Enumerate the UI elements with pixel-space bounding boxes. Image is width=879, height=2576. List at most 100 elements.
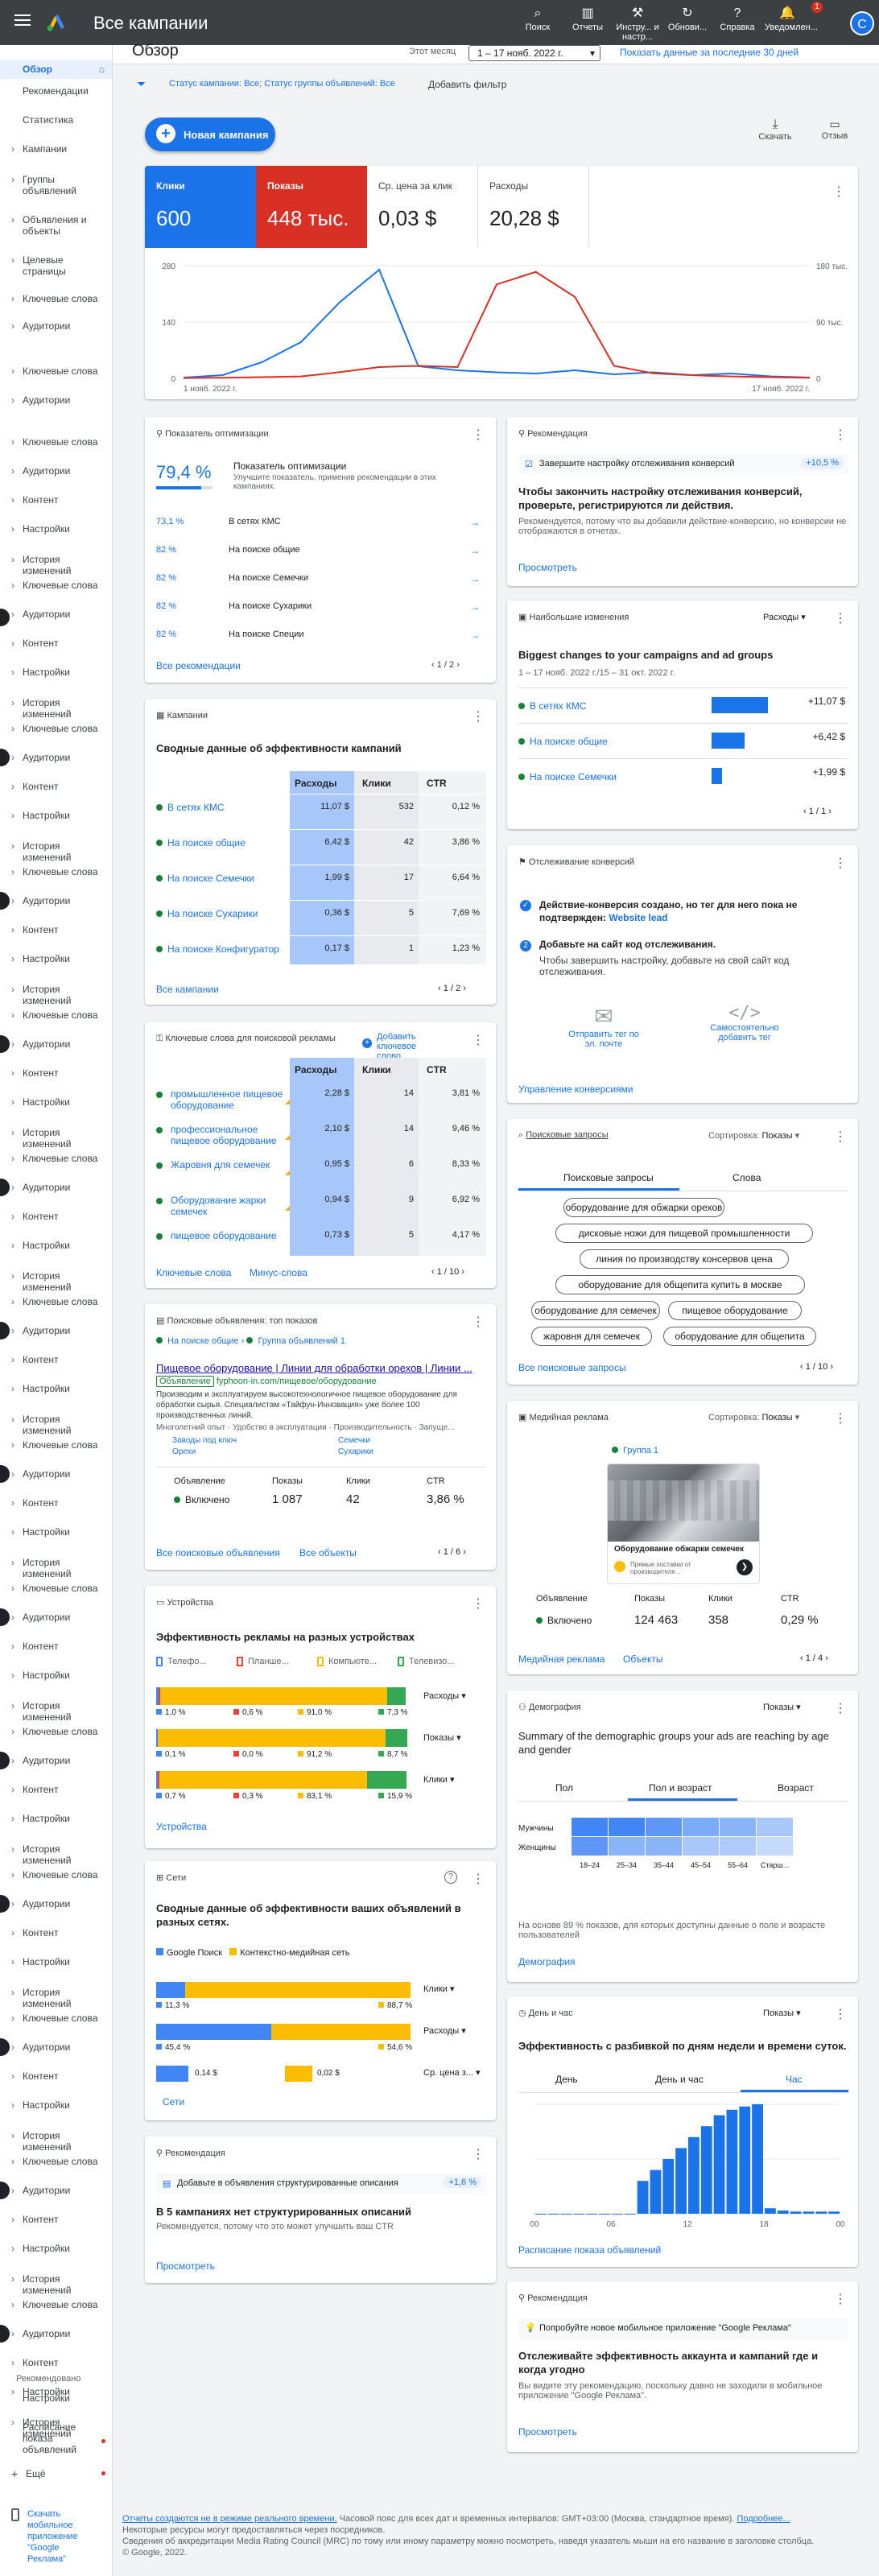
- sidebar-item-16[interactable]: Ключевые слова: [0, 580, 100, 591]
- more-options-icon[interactable]: [472, 427, 485, 443]
- display-assets-link[interactable]: Объекты: [623, 1653, 663, 1665]
- tab-gender[interactable]: Пол: [555, 1782, 573, 1794]
- sidebar-item-57[interactable]: Аудитории: [0, 1755, 100, 1766]
- device-metric-select[interactable]: Показы ▾: [423, 1732, 461, 1743]
- sidebar-item-43[interactable]: Контент: [0, 1354, 100, 1365]
- metric-avg-cpc[interactable]: Ср. цена за клик 0,03 $: [367, 166, 478, 248]
- arrow-right-icon[interactable]: →: [470, 545, 480, 556]
- sidebar-item-47[interactable]: Аудитории: [0, 1468, 100, 1480]
- col-header-ctr[interactable]: CTR: [781, 1594, 799, 1604]
- tab-day[interactable]: День: [555, 2074, 578, 2085]
- campaign-name[interactable]: На поиске Сухарики: [156, 908, 285, 919]
- search-terms-pagination[interactable]: ‹ 1 / 10 ›: [800, 1362, 833, 1372]
- all-search-terms-link[interactable]: Все поисковые запросы: [518, 1362, 626, 1373]
- sidebar-item-75[interactable]: История изменений: [0, 2273, 100, 2296]
- device-metric-select[interactable]: Расходы ▾: [423, 1690, 466, 1701]
- heatmap-cell[interactable]: [683, 1818, 719, 1836]
- toolbar-refresh[interactable]: ↻ Обнови...: [665, 5, 710, 42]
- more-options-icon[interactable]: [472, 1032, 485, 1048]
- tab-hour[interactable]: Час: [786, 2074, 803, 2085]
- website-lead-link[interactable]: Website lead: [609, 912, 667, 923]
- tab-age[interactable]: Возраст: [778, 1782, 814, 1794]
- manage-conversions-link[interactable]: Управление конверсиями: [518, 1084, 633, 1095]
- keywords-link[interactable]: Ключевые слова: [156, 1267, 231, 1278]
- sidebar-item-35[interactable]: История изменений: [0, 1127, 100, 1150]
- heatmap-cell[interactable]: [720, 1837, 756, 1856]
- campaign-name[interactable]: На поиске Семечки: [156, 873, 285, 884]
- sidebar-item-7[interactable]: Ключевые слова: [0, 293, 100, 304]
- sidebar-item-62[interactable]: Аудитории: [0, 1898, 100, 1909]
- network-metric-select[interactable]: Ср. цена з... ▾: [423, 2067, 481, 2078]
- display-pagination[interactable]: ‹ 1 / 4 ›: [800, 1653, 828, 1663]
- keyword-name[interactable]: пищевое оборудование: [156, 1230, 285, 1241]
- sidebar-item-61[interactable]: Ключевые слова: [0, 1869, 100, 1880]
- campaign-name[interactable]: На поиске Конфигуратор: [156, 943, 285, 955]
- toolbar-search[interactable]: ⌕ Поиск: [515, 5, 560, 42]
- sidebar-item-13[interactable]: Контент: [0, 494, 100, 506]
- metric-impressions[interactable]: Показы 448 тыс.: [256, 166, 367, 248]
- device-metric-select[interactable]: Клики ▾: [423, 1774, 455, 1785]
- sidebar-mobile-app[interactable]: Скачать мобильное приложение "Google Рек…: [0, 2508, 100, 2565]
- sidebar-item-9[interactable]: Ключевые слова: [0, 365, 100, 377]
- sidebar-item-14[interactable]: Настройки: [0, 523, 100, 535]
- show-last-30-link[interactable]: Показать данные за последние 30 дней: [620, 47, 799, 58]
- display-sort[interactable]: Сортировка: Показы ▾: [708, 1412, 799, 1422]
- sidebar-item-24[interactable]: Настройки: [0, 810, 100, 821]
- sidebar-item-64[interactable]: Настройки: [0, 1956, 100, 1967]
- sidebar-item-48[interactable]: Контент: [0, 1497, 100, 1509]
- more-options-icon[interactable]: [834, 1700, 847, 1716]
- metric-cost[interactable]: Расходы 20,28 $: [478, 166, 589, 248]
- networks-link[interactable]: Сети: [163, 2096, 184, 2107]
- rec3-suggestion[interactable]: 💡 Попробуйте новое мобильное приложение "…: [518, 2318, 848, 2339]
- sidebar-item-73[interactable]: Контент: [0, 2214, 100, 2225]
- toolbar-notifications[interactable]: 🔔 Уведомлен...: [765, 5, 818, 42]
- filter-icon[interactable]: ⏷: [137, 77, 146, 91]
- display-ads-link[interactable]: Медийная реклама: [518, 1653, 605, 1665]
- display-ad-preview[interactable]: Оборудование обжарки семечек Прямые пост…: [607, 1463, 760, 1584]
- demographics-metric-select[interactable]: Показы ▾: [763, 1702, 801, 1712]
- all-campaigns-link[interactable]: Все кампании: [156, 984, 219, 995]
- more-options-icon[interactable]: [472, 1871, 485, 1887]
- footer-realtime-link[interactable]: Отчеты создаются не в режиме реального в…: [122, 2514, 337, 2524]
- sidebar-item-45[interactable]: История изменений: [0, 1414, 100, 1436]
- more-options-icon[interactable]: [834, 1129, 847, 1145]
- sidebar-item-21[interactable]: Ключевые слова: [0, 723, 100, 734]
- search-term-pill[interactable]: оборудование для общепита: [663, 1327, 816, 1346]
- ad-breadcrumb[interactable]: На поиске общие › Группа объявлений 1: [156, 1336, 345, 1346]
- more-options-icon[interactable]: [472, 708, 485, 724]
- sidebar-item-23[interactable]: Контент: [0, 781, 100, 792]
- rec2-suggestion[interactable]: ▤ Добавьте в объявления структурированные…: [156, 2174, 486, 2194]
- sidebar-item-5[interactable]: Объявления и объекты: [0, 214, 100, 237]
- more-options-icon[interactable]: [834, 1410, 847, 1426]
- device-legend-item[interactable]: Телефо...: [156, 1657, 207, 1667]
- optscore-row-name[interactable]: В сетях КМС: [229, 517, 281, 526]
- sidebar-item-56[interactable]: Ключевые слова: [0, 1726, 100, 1737]
- sidebar-item-17[interactable]: Аудитории: [0, 609, 100, 620]
- footer-more-link[interactable]: Подробнее...: [737, 2514, 790, 2524]
- sidebar-item-32[interactable]: Аудитории: [0, 1038, 100, 1050]
- demographics-link[interactable]: Демография: [518, 1956, 576, 1967]
- more-options-icon[interactable]: [834, 2006, 847, 2022]
- campaigns-pagination[interactable]: ‹ 1 / 2 ›: [438, 984, 466, 993]
- tab-day-hour[interactable]: День и час: [655, 2074, 704, 2085]
- heatmap-cell[interactable]: [757, 1837, 793, 1856]
- arrow-right-icon[interactable]: →: [470, 573, 480, 584]
- sidebar-item-26[interactable]: Ключевые слова: [0, 866, 100, 877]
- menu-icon[interactable]: [14, 14, 31, 26]
- optscore-pagination[interactable]: ‹ 1 / 2 ›: [431, 660, 460, 670]
- keyword-name[interactable]: Оборудование жарки семечек: [156, 1195, 285, 1217]
- heatmap-cell[interactable]: [609, 1818, 645, 1836]
- more-options-icon[interactable]: [834, 855, 847, 871]
- col-header-ctr[interactable]: CTR: [427, 778, 447, 789]
- sidebar-item-25[interactable]: История изменений: [0, 840, 100, 863]
- search-term-pill[interactable]: жаровня для семечек: [531, 1327, 652, 1346]
- sidebar-item-39[interactable]: Настройки: [0, 1240, 100, 1251]
- changes-pagination[interactable]: ‹ 1 / 1 ›: [803, 807, 832, 816]
- devices-link[interactable]: Устройства: [156, 1821, 207, 1832]
- download-button[interactable]: ⤓ Скачать: [755, 118, 795, 142]
- sidebar-item-65[interactable]: История изменений: [0, 1987, 100, 2009]
- sidebar-item-60[interactable]: История изменений: [0, 1843, 100, 1866]
- send-tag-email-button[interactable]: ✉ Отправить тег по эл. почте: [563, 1003, 644, 1049]
- search-term-pill[interactable]: дисковые ножи для пищевой промышленности: [555, 1224, 813, 1243]
- sidebar-item-20[interactable]: История изменений: [0, 697, 100, 720]
